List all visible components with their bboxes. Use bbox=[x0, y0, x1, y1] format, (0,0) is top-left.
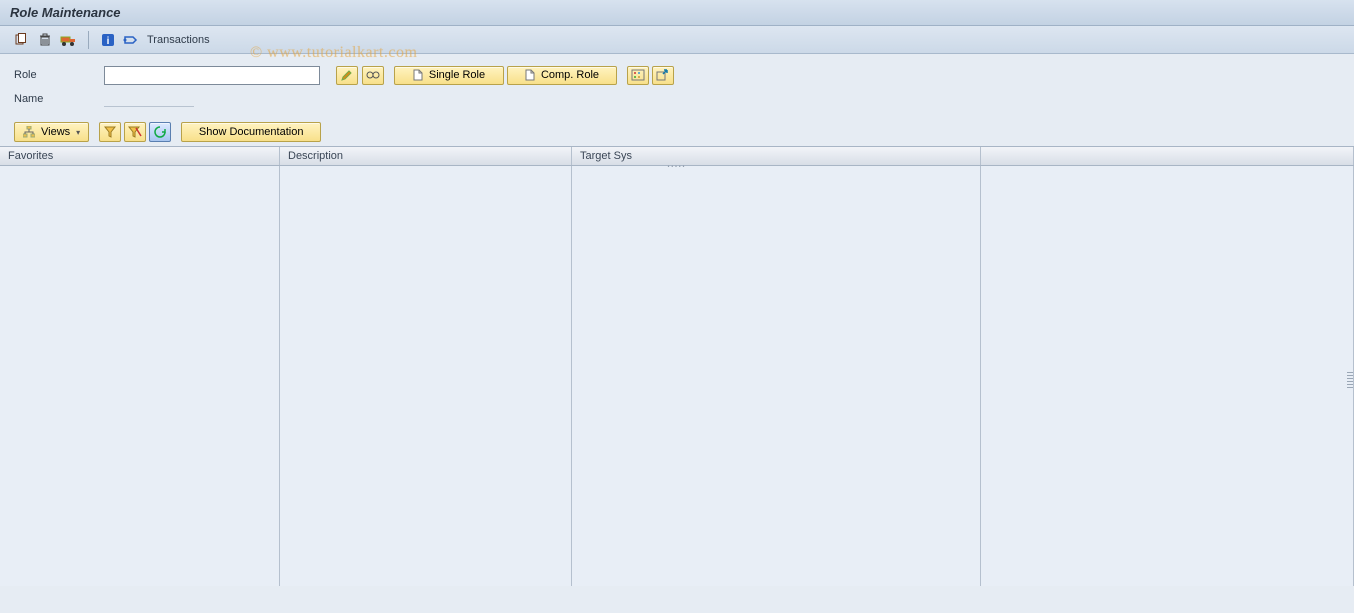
transport-icon[interactable] bbox=[60, 31, 78, 49]
column-header-description[interactable]: Description bbox=[280, 147, 572, 165]
name-label: Name bbox=[14, 93, 104, 105]
variant-button[interactable] bbox=[627, 66, 649, 85]
export-button[interactable] bbox=[652, 66, 674, 85]
role-label: Role bbox=[14, 69, 104, 81]
grid-col-description bbox=[280, 166, 572, 586]
hierarchy-icon bbox=[23, 126, 35, 138]
role-input[interactable] bbox=[104, 66, 320, 85]
document-icon bbox=[413, 69, 423, 81]
form-area: Role Single Role Comp. Role bbox=[0, 54, 1354, 116]
single-role-button[interactable]: Single Role bbox=[394, 66, 504, 85]
grid-body[interactable] bbox=[0, 166, 1354, 586]
filter-reset-button[interactable] bbox=[124, 122, 146, 142]
column-header-target-sys[interactable]: Target Sys bbox=[572, 147, 981, 165]
refresh-button[interactable] bbox=[149, 122, 171, 142]
title-bar: Role Maintenance bbox=[0, 0, 1354, 26]
grid-col-favorites bbox=[0, 166, 280, 586]
separator bbox=[88, 31, 89, 49]
transactions-icon[interactable] bbox=[123, 31, 139, 49]
single-role-label: Single Role bbox=[429, 69, 485, 81]
doc-toolbar: Views ▾ Show Documentation bbox=[0, 116, 1354, 146]
column-header-blank bbox=[981, 147, 1354, 165]
name-row: Name bbox=[14, 88, 1354, 110]
name-value bbox=[104, 91, 194, 107]
edit-button[interactable] bbox=[336, 66, 358, 85]
grid-header: Favorites Description Target Sys bbox=[0, 146, 1354, 166]
column-header-favorites[interactable]: Favorites bbox=[0, 147, 280, 165]
svg-text:i: i bbox=[107, 36, 110, 47]
comp-role-button[interactable]: Comp. Role bbox=[507, 66, 617, 85]
grid-col-blank bbox=[981, 166, 1354, 586]
grid-col-target-sys bbox=[572, 166, 981, 586]
display-button[interactable] bbox=[362, 66, 384, 85]
info-icon[interactable]: i bbox=[99, 31, 117, 49]
show-documentation-label: Show Documentation bbox=[199, 126, 304, 138]
filter-button[interactable] bbox=[99, 122, 121, 142]
copy-icon[interactable] bbox=[12, 31, 30, 49]
trash-icon[interactable] bbox=[36, 31, 54, 49]
views-button[interactable]: Views ▾ bbox=[14, 122, 89, 142]
application-toolbar: i Transactions bbox=[0, 26, 1354, 54]
views-label: Views bbox=[41, 126, 70, 138]
vertical-scrollbar[interactable] bbox=[1347, 370, 1353, 388]
splitter-handle[interactable]: ••••• bbox=[668, 164, 687, 170]
page-title: Role Maintenance bbox=[10, 5, 121, 20]
show-documentation-button[interactable]: Show Documentation bbox=[181, 122, 321, 142]
transactions-label[interactable]: Transactions bbox=[145, 34, 210, 46]
role-row: Role Single Role Comp. Role bbox=[14, 64, 1354, 86]
chevron-down-icon: ▾ bbox=[76, 128, 80, 137]
comp-role-label: Comp. Role bbox=[541, 69, 599, 81]
document-icon bbox=[525, 69, 535, 81]
